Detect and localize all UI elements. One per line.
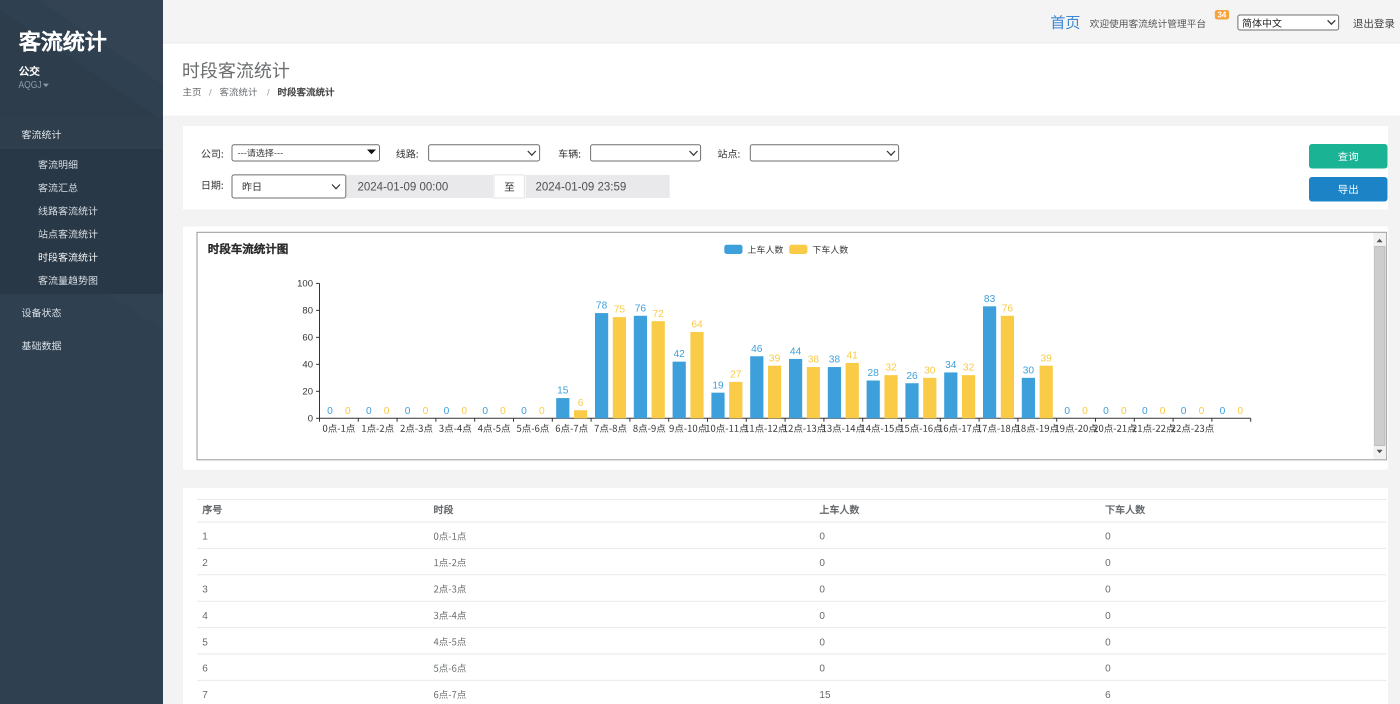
svg-text:6: 6: [1105, 690, 1111, 701]
svg-text:30: 30: [924, 365, 936, 376]
svg-text:0: 0: [539, 406, 545, 417]
svg-text:38: 38: [808, 355, 820, 366]
svg-text:19: 19: [712, 380, 724, 391]
svg-text:76: 76: [635, 303, 647, 314]
svg-text:64: 64: [691, 320, 703, 331]
svg-text:6: 6: [202, 664, 208, 675]
svg-text:0: 0: [1160, 406, 1166, 417]
svg-text:0: 0: [327, 406, 333, 417]
svg-text:0: 0: [1121, 406, 1127, 417]
svg-text:3: 3: [202, 585, 208, 596]
svg-text:27: 27: [730, 369, 742, 380]
svg-text:0: 0: [1105, 611, 1111, 622]
svg-text:0: 0: [308, 414, 313, 425]
svg-text:46: 46: [751, 344, 763, 355]
svg-text:2: 2: [202, 558, 208, 569]
svg-text:0: 0: [819, 611, 825, 622]
svg-text:20: 20: [302, 387, 313, 398]
svg-text:26: 26: [906, 371, 918, 382]
svg-text:41: 41: [847, 351, 859, 362]
svg-text:0: 0: [444, 406, 450, 417]
svg-text:0: 0: [366, 406, 372, 417]
svg-text:39: 39: [1041, 353, 1053, 364]
svg-text:60: 60: [302, 333, 313, 344]
svg-text:39: 39: [769, 353, 781, 364]
svg-text:76: 76: [1002, 303, 1014, 314]
svg-text:30: 30: [1023, 365, 1035, 376]
svg-text:72: 72: [653, 309, 665, 320]
svg-text:78: 78: [596, 301, 608, 312]
svg-text:6: 6: [578, 398, 584, 409]
svg-text:0: 0: [1105, 585, 1111, 596]
svg-text:0: 0: [819, 532, 825, 543]
svg-text:0: 0: [461, 406, 467, 417]
svg-text:0: 0: [819, 664, 825, 675]
svg-text:2024-01-09 00:00: 2024-01-09 00:00: [358, 182, 449, 194]
svg-text:0: 0: [500, 406, 506, 417]
svg-text:0: 0: [1220, 406, 1226, 417]
svg-text:/: /: [209, 88, 212, 99]
svg-text:0: 0: [1105, 664, 1111, 675]
svg-text:40: 40: [302, 360, 313, 371]
svg-text:0: 0: [345, 406, 351, 417]
svg-text:44: 44: [790, 347, 802, 358]
svg-text:0: 0: [482, 406, 488, 417]
svg-text:34: 34: [1217, 10, 1226, 19]
svg-text:0: 0: [1181, 406, 1187, 417]
svg-text:0: 0: [1142, 406, 1148, 417]
svg-text:0: 0: [1064, 406, 1070, 417]
svg-text:2024-01-09 23:59: 2024-01-09 23:59: [536, 182, 627, 194]
svg-text:7: 7: [202, 690, 208, 701]
svg-text:0: 0: [1237, 406, 1243, 417]
svg-text:0: 0: [1105, 532, 1111, 543]
svg-text:0: 0: [384, 406, 390, 417]
svg-text:AQGJ: AQGJ: [19, 80, 42, 91]
svg-text:0: 0: [1103, 406, 1109, 417]
svg-text:5: 5: [202, 637, 208, 648]
svg-text:42: 42: [674, 349, 686, 360]
svg-text:32: 32: [885, 363, 897, 374]
svg-text:38: 38: [829, 355, 841, 366]
svg-text:/: /: [267, 88, 270, 99]
svg-text:0: 0: [423, 406, 429, 417]
svg-text:34: 34: [945, 360, 957, 371]
svg-text:0: 0: [405, 406, 411, 417]
svg-text:32: 32: [963, 363, 975, 374]
svg-text:0: 0: [1082, 406, 1088, 417]
svg-text:0: 0: [819, 585, 825, 596]
svg-text:0: 0: [521, 406, 527, 417]
svg-text:80: 80: [302, 306, 313, 317]
svg-text:100: 100: [297, 279, 313, 290]
svg-text:15: 15: [557, 386, 569, 397]
svg-text:0: 0: [1105, 637, 1111, 648]
svg-text:0: 0: [819, 558, 825, 569]
svg-text:1: 1: [202, 532, 208, 543]
svg-text:83: 83: [984, 294, 996, 305]
svg-text:0: 0: [819, 637, 825, 648]
svg-text:0: 0: [1105, 558, 1111, 569]
svg-text:75: 75: [614, 305, 626, 316]
svg-text:28: 28: [868, 368, 880, 379]
svg-text:4: 4: [202, 611, 208, 622]
svg-text:15: 15: [819, 690, 831, 701]
svg-text:0: 0: [1199, 406, 1205, 417]
